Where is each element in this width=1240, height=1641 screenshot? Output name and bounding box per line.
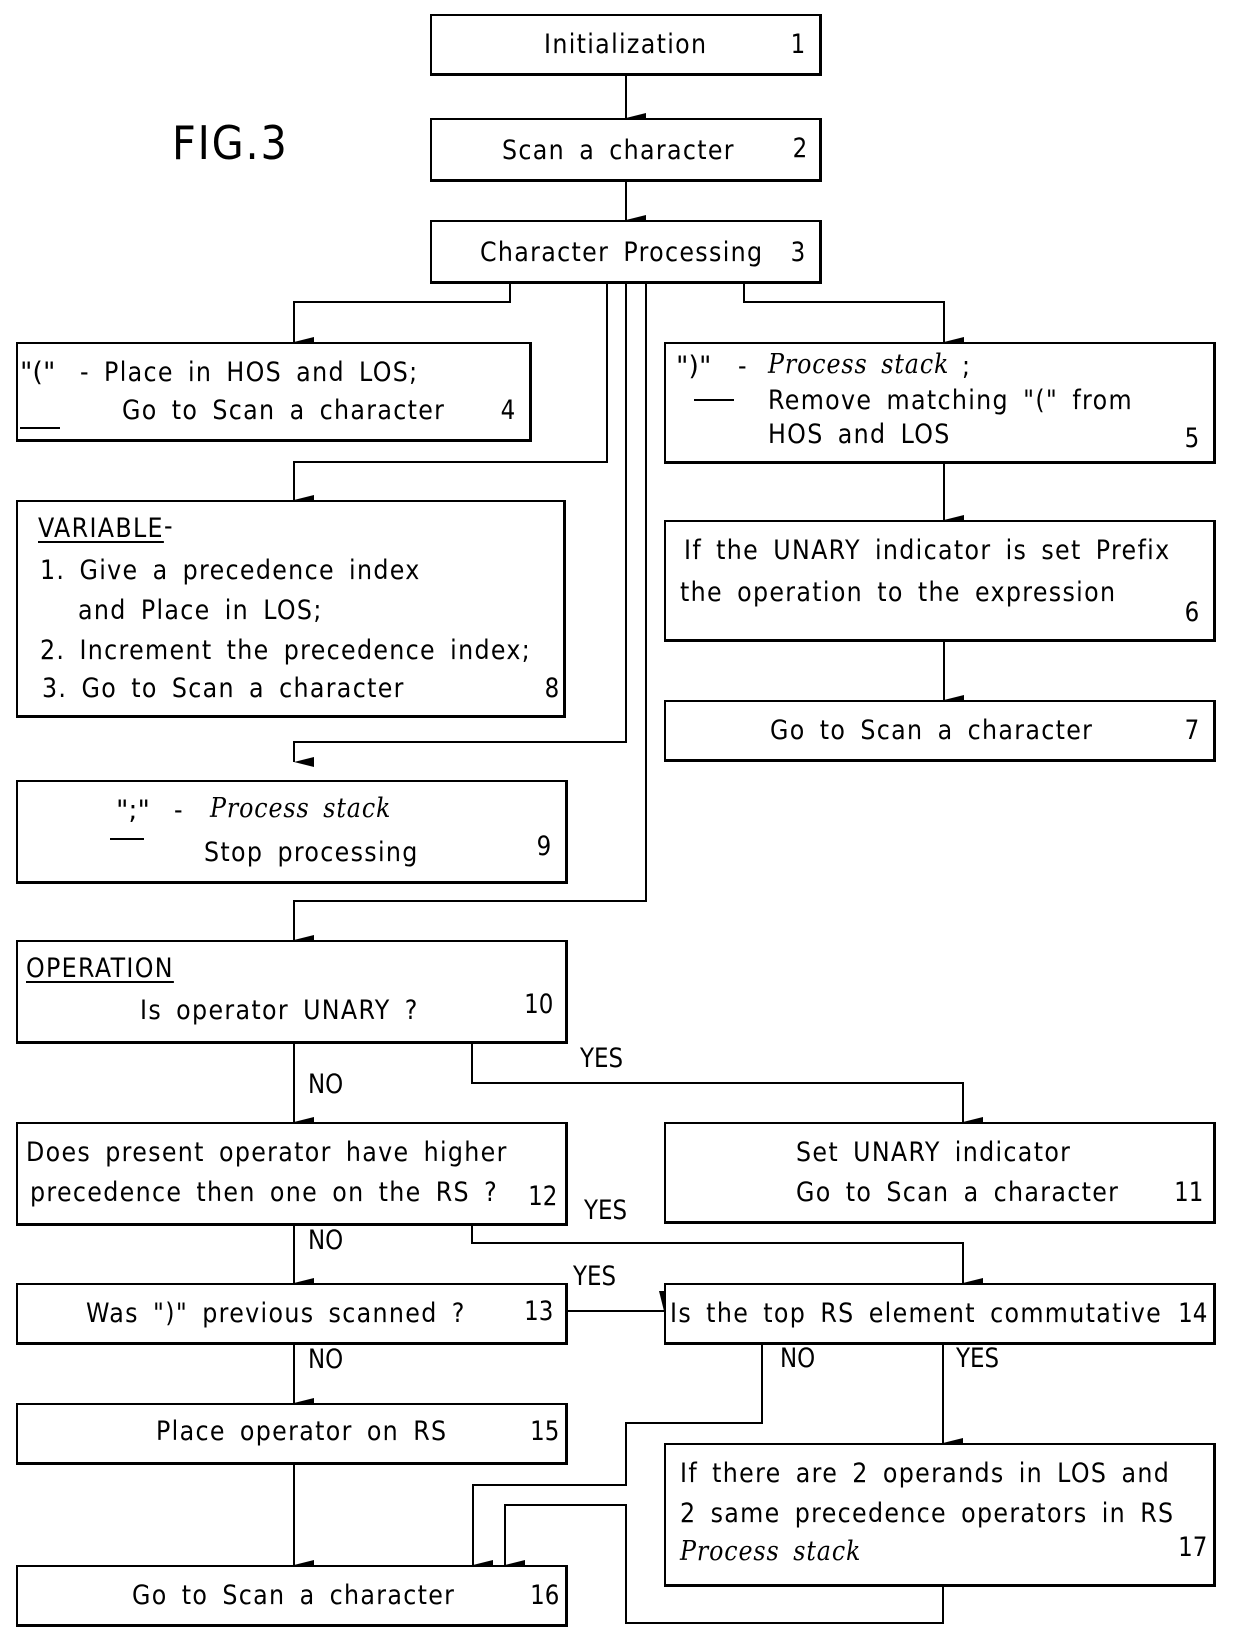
box-4-key-underline — [20, 427, 60, 429]
box-operation: OPERATION Is operator UNARY ? 10 — [16, 940, 568, 1044]
box-4-key: "(" — [20, 357, 56, 388]
box-character-processing: Character Processing 3 — [430, 220, 822, 284]
box-12-number: 12 — [527, 1181, 557, 1212]
box-7-text: Go to Scan a character — [770, 715, 1094, 746]
box-4-number: 4 — [500, 395, 515, 426]
box-open-paren: "(" - Place in HOS and LOS; Go to Scan a… — [16, 342, 532, 442]
box-commutative: Is the top RS element commutative 14 — [664, 1283, 1216, 1345]
box-close-paren-scanned: Was ")" previous scanned ? 13 — [16, 1283, 568, 1345]
connector-10-11-yes — [471, 1042, 983, 1127]
box-15-number: 15 — [529, 1416, 559, 1447]
connector-3-5 — [743, 283, 964, 347]
box-5-dash: - — [738, 351, 763, 382]
box-14-text: Is the top RS element commutative — [670, 1298, 1163, 1329]
box-8-line-3: 2. Increment the precedence index; — [40, 635, 532, 666]
box-5-semicolon: ; — [962, 351, 972, 382]
box-two-operands: If there are 2 operands in LOS and 2 sam… — [664, 1443, 1216, 1587]
box-8-heading-suffix: - — [164, 511, 174, 542]
box-3-text: Character Processing — [480, 237, 764, 268]
box-11-line-2: Go to Scan a character — [796, 1177, 1120, 1208]
box-6-line-2: the operation to the expression — [680, 577, 1117, 608]
box-unary-prefix: If the UNARY indicator is set Prefix the… — [664, 520, 1216, 642]
label-13-yes: YES — [573, 1261, 617, 1292]
box-8-line-2: and Place in LOS; — [78, 595, 323, 626]
box-3-number: 3 — [790, 237, 805, 268]
box-higher-precedence: Does present operator have higher preced… — [16, 1122, 568, 1226]
box-17-line-2: 2 same precedence operators in RS — [680, 1498, 1175, 1529]
box-4-line-1: - Place in HOS and LOS; — [80, 357, 419, 388]
box-goto-scan-7: Go to Scan a character 7 — [664, 700, 1216, 762]
box-5-line-3: HOS and LOS — [768, 419, 951, 450]
box-6-number: 6 — [1184, 597, 1199, 628]
box-17-line-1: If there are 2 operands in LOS and — [680, 1458, 1171, 1489]
box-10-number: 10 — [523, 989, 553, 1020]
box-7-number: 7 — [1184, 715, 1199, 746]
box-15-text: Place operator on RS — [156, 1416, 448, 1447]
box-11-line-1: Set UNARY indicator — [796, 1137, 1072, 1168]
box-5-italic: Process stack — [768, 349, 950, 380]
box-8-heading: VARIABLE — [38, 513, 164, 544]
box-8-number: 8 — [544, 673, 559, 704]
box-2-text: Scan a character — [502, 135, 735, 166]
box-10-heading: OPERATION — [26, 953, 174, 984]
box-16-text: Go to Scan a character — [132, 1580, 456, 1611]
label-10-no: NO — [308, 1069, 344, 1100]
box-12-line-2: precedence then one on the RS ? — [30, 1177, 499, 1208]
label-12-yes: YES — [584, 1195, 628, 1226]
box-13-number: 13 — [523, 1296, 553, 1327]
box-place-operator: Place operator on RS 15 — [16, 1403, 568, 1465]
box-9-line-1: Stop processing — [204, 837, 419, 868]
box-5-key-underline — [694, 399, 734, 401]
box-5-key: ")" — [676, 351, 712, 382]
box-17-number: 17 — [1177, 1532, 1207, 1563]
box-1-text: Initialization — [544, 29, 708, 60]
box-semicolon: ";" - Process stack Stop processing 9 — [16, 780, 568, 884]
box-variable: VARIABLE - 1. Give a precedence index an… — [16, 500, 566, 718]
box-4-line-2: Go to Scan a character — [122, 395, 446, 426]
label-10-yes: YES — [580, 1043, 624, 1074]
box-close-paren: ")" - Process stack ; Remove matching "(… — [664, 342, 1216, 464]
box-8-line-1: 1. Give a precedence index — [40, 555, 421, 586]
box-5-line-2: Remove matching "(" from — [768, 385, 1133, 416]
box-scan-character: Scan a character 2 — [430, 118, 822, 182]
box-12-line-1: Does present operator have higher — [26, 1137, 508, 1168]
box-8-line-4: 3. Go to Scan a character — [42, 673, 405, 704]
box-9-italic: Process stack — [210, 793, 392, 824]
figure-label: FIG.3 — [172, 116, 289, 170]
connector-3-4 — [293, 283, 511, 347]
box-1-number: 1 — [790, 29, 805, 60]
box-set-unary: Set UNARY indicator Go to Scan a charact… — [664, 1122, 1216, 1224]
box-2-number: 2 — [792, 133, 807, 164]
box-10-line-1: Is operator UNARY ? — [140, 995, 419, 1026]
label-14-yes: YES — [956, 1343, 1000, 1374]
box-6-line-1: If the UNARY indicator is set Prefix — [684, 535, 1171, 566]
box-9-key-underline — [110, 838, 144, 840]
label-14-no: NO — [780, 1343, 816, 1374]
label-12-no: NO — [308, 1225, 344, 1256]
box-14-number: 14 — [1177, 1298, 1207, 1329]
box-initialization: Initialization 1 — [430, 14, 822, 76]
box-13-text: Was ")" previous scanned ? — [86, 1298, 466, 1329]
box-5-number: 5 — [1184, 423, 1199, 454]
box-17-italic: Process stack — [680, 1536, 862, 1567]
box-goto-scan-16: Go to Scan a character 16 — [16, 1565, 568, 1627]
box-9-number: 9 — [536, 831, 551, 862]
box-11-number: 11 — [1173, 1177, 1203, 1208]
label-13-no: NO — [308, 1344, 344, 1375]
box-9-dash: - — [174, 795, 184, 826]
box-16-number: 16 — [529, 1580, 559, 1611]
connector-12-14-yes — [471, 1225, 983, 1288]
box-9-key: ";" — [116, 795, 150, 826]
